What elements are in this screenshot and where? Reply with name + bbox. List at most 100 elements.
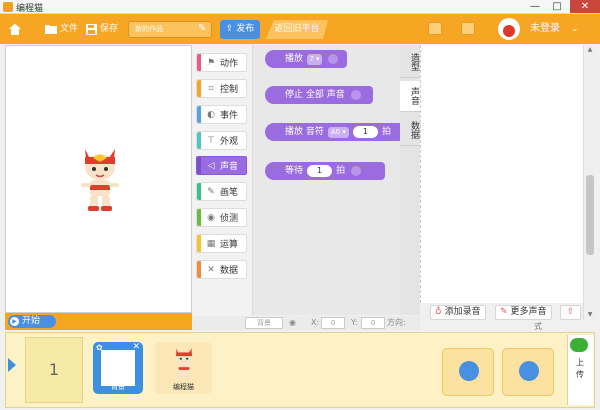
add-scene-button[interactable] [442, 348, 494, 396]
avatar[interactable] [498, 18, 520, 40]
category-pen[interactable]: ✎ 画笔 [196, 182, 247, 201]
scene-number: 1 [48, 360, 60, 379]
sound-dropdown[interactable]: ? ▾ [307, 53, 323, 65]
add-icon [459, 361, 479, 381]
scroll-up-icon[interactable]: ▲ [584, 46, 596, 53]
category-data[interactable]: ✕ 数据 [196, 260, 247, 279]
category-control[interactable]: ⌗ 控制 [196, 79, 247, 98]
selected-object-name: 背景 [245, 317, 283, 329]
app-toolbar: 文件 保存 新的作品 ✎ ⇪ 发布 返回旧平台 未登录 ⌄ [0, 14, 600, 44]
x-input[interactable]: 0 [321, 317, 345, 329]
microphone-icon: ♁ [435, 307, 442, 317]
category-label: 侦测 [220, 214, 239, 224]
category-sensing[interactable]: ◉ 侦测 [196, 208, 247, 227]
scroll-down-icon[interactable]: ▼ [584, 311, 596, 318]
category-events[interactable]: ◐ 事件 [196, 105, 247, 124]
file-menu[interactable]: 文件 [45, 21, 78, 37]
toggle-icon: ◐ [207, 109, 215, 120]
tab-costumes[interactable]: 造型 [400, 47, 420, 78]
close-window-button[interactable]: ✕ [570, 0, 600, 13]
minimize-button[interactable]: — [524, 0, 546, 13]
category-label: 数据 [220, 266, 239, 276]
stop-all-sounds-block[interactable]: 停止 全部 声音 [265, 86, 373, 104]
play-icon: ▶ [10, 317, 19, 326]
sound-list-panel [420, 45, 583, 303]
login-label[interactable]: 未登录 [530, 21, 560, 37]
speaker-icon [350, 90, 361, 100]
wechat-icon[interactable] [570, 338, 588, 352]
start-button[interactable]: ▶ 开始 [8, 315, 56, 328]
chevron-down-icon[interactable]: ⌄ [571, 21, 579, 37]
add-recording-button[interactable]: ♁ 添加录音 [430, 305, 486, 320]
edit-name-icon[interactable]: ✎ [198, 23, 206, 34]
save-label: 保存 [100, 24, 119, 34]
eye-icon[interactable]: ◉ [289, 317, 296, 329]
tab-sounds[interactable]: 声音 [400, 81, 420, 112]
cat-thumbnail-icon [176, 348, 192, 380]
category-motion[interactable]: ⚑ 动作 [196, 53, 247, 72]
scrollbar-thumb[interactable] [586, 175, 594, 255]
window-title-bar: 编程猫 — □ ✕ [0, 0, 600, 14]
stage-canvas[interactable] [5, 45, 192, 313]
add-sprite-button[interactable] [502, 348, 554, 396]
data-icon: ✕ [207, 264, 215, 275]
block-label: 等待 [285, 166, 304, 176]
y-input[interactable]: 0 [361, 317, 385, 329]
speaker-icon: ◁ [207, 160, 215, 171]
pencil-icon: ✎ [500, 307, 508, 317]
maximize-button[interactable]: □ [546, 0, 568, 13]
save-button[interactable]: 保存 [86, 21, 118, 37]
coordinate-bar: 背景 ◉ X: 0 Y: 0 方向: [193, 316, 420, 330]
category-sound[interactable]: ◁ 声音 [196, 156, 247, 175]
style-label: 式 [534, 322, 542, 331]
app-icon [3, 2, 13, 12]
collapse-arrow-icon[interactable] [8, 358, 16, 372]
publish-icon: ⇪ [225, 24, 234, 34]
publish-label: 发布 [236, 24, 255, 34]
category-looks[interactable]: ⊤ 外观 [196, 131, 247, 150]
toolbox-icon[interactable] [461, 22, 475, 35]
beats-input[interactable]: 1 [352, 126, 378, 138]
home-icon[interactable] [8, 22, 22, 36]
upload-icon: ⇧ [566, 307, 575, 317]
rest-block[interactable]: 等待 1 拍 [265, 162, 385, 180]
block-label: 停止 全部 声音 [285, 90, 345, 100]
x-label: X: [311, 318, 320, 327]
folder-icon [45, 25, 57, 34]
category-label: 声音 [220, 162, 239, 172]
category-operators[interactable]: ▦ 运算 [196, 234, 247, 253]
back-to-old-platform-button[interactable]: 返回旧平台 [266, 20, 328, 39]
run-icon: ⚑ [206, 57, 216, 68]
category-label: 控制 [220, 85, 239, 95]
rest-beats-input[interactable]: 1 [307, 165, 333, 177]
upload-sound-button[interactable]: ⇧ [560, 305, 581, 320]
category-label: 动作 [220, 59, 239, 69]
lightbulb-icon[interactable] [428, 22, 442, 35]
file-menu-label: 文件 [60, 24, 79, 34]
window-title: 编程猫 [16, 4, 44, 14]
play-note-block[interactable]: 播放 音符 A0 ▾ 1 拍 [265, 123, 403, 141]
side-label-upload: 传 [576, 370, 584, 379]
background-card-label: 背景 [111, 383, 125, 391]
save-icon [86, 23, 97, 35]
start-label: 开始 [22, 316, 41, 326]
direction-label: 方向: [387, 318, 406, 327]
more-sounds-button[interactable]: ✎ 更多声音 [495, 305, 552, 320]
category-label: 运算 [220, 240, 239, 250]
note-dropdown[interactable]: A0 ▾ [327, 126, 349, 138]
publish-button[interactable]: ⇪ 发布 [220, 20, 260, 39]
add-icon [519, 361, 539, 381]
background-card[interactable]: ✿ ✕ 背景 [93, 342, 143, 394]
background-thumbnail [101, 350, 135, 386]
sprite-card[interactable]: 编程猫 [155, 342, 212, 394]
panel-scrollbar[interactable]: ▲ ▼ [583, 45, 595, 320]
speaker-icon [351, 166, 362, 176]
shirt-icon: ⊤ [207, 135, 215, 146]
category-label: 画笔 [220, 188, 239, 198]
block-unit: 拍 [336, 166, 346, 176]
cat-sprite-icon[interactable] [77, 141, 123, 213]
gamepad-icon: ⌗ [208, 83, 214, 94]
side-label-up: 上 [576, 358, 584, 367]
play-sound-block[interactable]: 播放 ? ▾ [265, 50, 347, 68]
tab-data[interactable]: 数据 [400, 115, 420, 146]
